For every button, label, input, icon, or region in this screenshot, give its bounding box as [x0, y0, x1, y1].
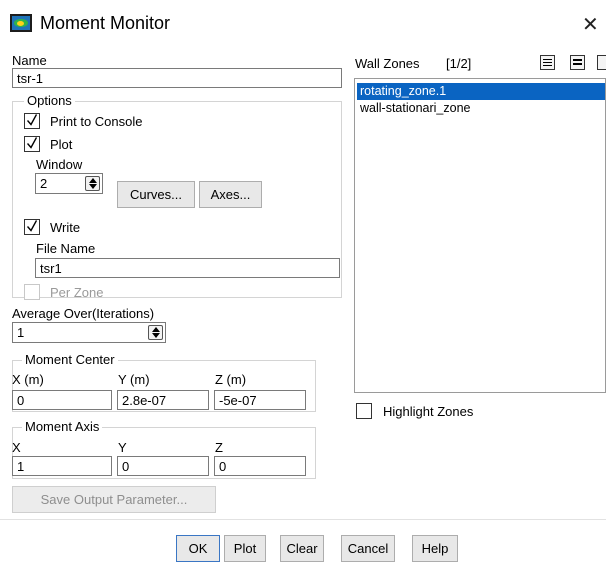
- center-y-input[interactable]: [117, 390, 209, 410]
- write-checkbox[interactable]: [24, 219, 40, 235]
- clear-button[interactable]: Clear: [280, 535, 324, 562]
- axis-z-input[interactable]: [214, 456, 306, 476]
- print-to-console-checkbox[interactable]: [24, 113, 40, 129]
- check-icon: [27, 220, 37, 232]
- per-zone-checkbox: [24, 284, 40, 300]
- curves-button[interactable]: Curves...: [117, 181, 195, 208]
- center-z-input[interactable]: [214, 390, 306, 410]
- average-over-spinner[interactable]: 1: [12, 322, 166, 343]
- highlight-zones-checkbox[interactable]: [356, 403, 372, 419]
- deselect-all-icon[interactable]: [570, 55, 585, 70]
- close-icon[interactable]: ✕: [582, 12, 599, 37]
- center-y-label: Y (m): [118, 372, 150, 387]
- window-label: Window: [36, 157, 83, 172]
- wall-zones-count: [1/2]: [446, 56, 472, 71]
- select-all-icon[interactable]: [540, 55, 555, 70]
- axis-x-label: X: [12, 440, 21, 455]
- file-name-input[interactable]: [35, 258, 340, 278]
- check-icon: [27, 137, 37, 149]
- moment-axis-legend: Moment Axis: [22, 419, 103, 434]
- wall-zones-list[interactable]: rotating_zone.1 wall-stationari_zone: [354, 78, 606, 393]
- center-x-label: X (m): [12, 372, 44, 387]
- wall-zone-item-wall-stationari[interactable]: wall-stationari_zone: [357, 100, 605, 117]
- average-over-label: Average Over(Iterations): [12, 306, 155, 321]
- spinner-icon[interactable]: [85, 176, 100, 191]
- axis-y-label: Y: [118, 440, 127, 455]
- plot-button[interactable]: Plot: [224, 535, 266, 562]
- write-label: Write: [50, 220, 81, 235]
- cancel-button[interactable]: Cancel: [341, 535, 395, 562]
- bottom-separator: [0, 519, 606, 520]
- check-icon: [27, 114, 37, 126]
- list-option-icon[interactable]: [597, 55, 606, 70]
- title-bar: Moment Monitor ✕: [0, 0, 606, 50]
- moment-center-legend: Moment Center: [22, 352, 118, 367]
- axis-y-input[interactable]: [117, 456, 209, 476]
- help-button[interactable]: Help: [412, 535, 458, 562]
- axis-z-label: Z: [215, 440, 223, 455]
- plot-label: Plot: [50, 137, 73, 152]
- per-zone-label: Per Zone: [50, 285, 104, 300]
- center-x-input[interactable]: [12, 390, 112, 410]
- ok-button[interactable]: OK: [176, 535, 220, 562]
- app-icon: [10, 14, 32, 32]
- window-spinner[interactable]: 2: [35, 173, 103, 194]
- plot-checkbox[interactable]: [24, 136, 40, 152]
- name-input[interactable]: [12, 68, 342, 88]
- options-legend: Options: [24, 93, 75, 108]
- spinner-icon[interactable]: [148, 325, 163, 340]
- wall-zones-label: Wall Zones: [355, 56, 420, 71]
- wall-zone-item-rotating[interactable]: rotating_zone.1: [357, 83, 605, 100]
- window-value: 2: [40, 176, 48, 191]
- center-z-label: Z (m): [215, 372, 247, 387]
- highlight-zones-label: Highlight Zones: [383, 404, 474, 419]
- axes-button[interactable]: Axes...: [199, 181, 262, 208]
- save-output-parameter-button: Save Output Parameter...: [12, 486, 216, 513]
- window-title: Moment Monitor: [40, 13, 171, 33]
- average-over-value: 1: [17, 325, 25, 340]
- axis-x-input[interactable]: [12, 456, 112, 476]
- print-to-console-label: Print to Console: [50, 114, 143, 129]
- file-name-label: File Name: [36, 241, 96, 256]
- name-label: Name: [12, 53, 47, 68]
